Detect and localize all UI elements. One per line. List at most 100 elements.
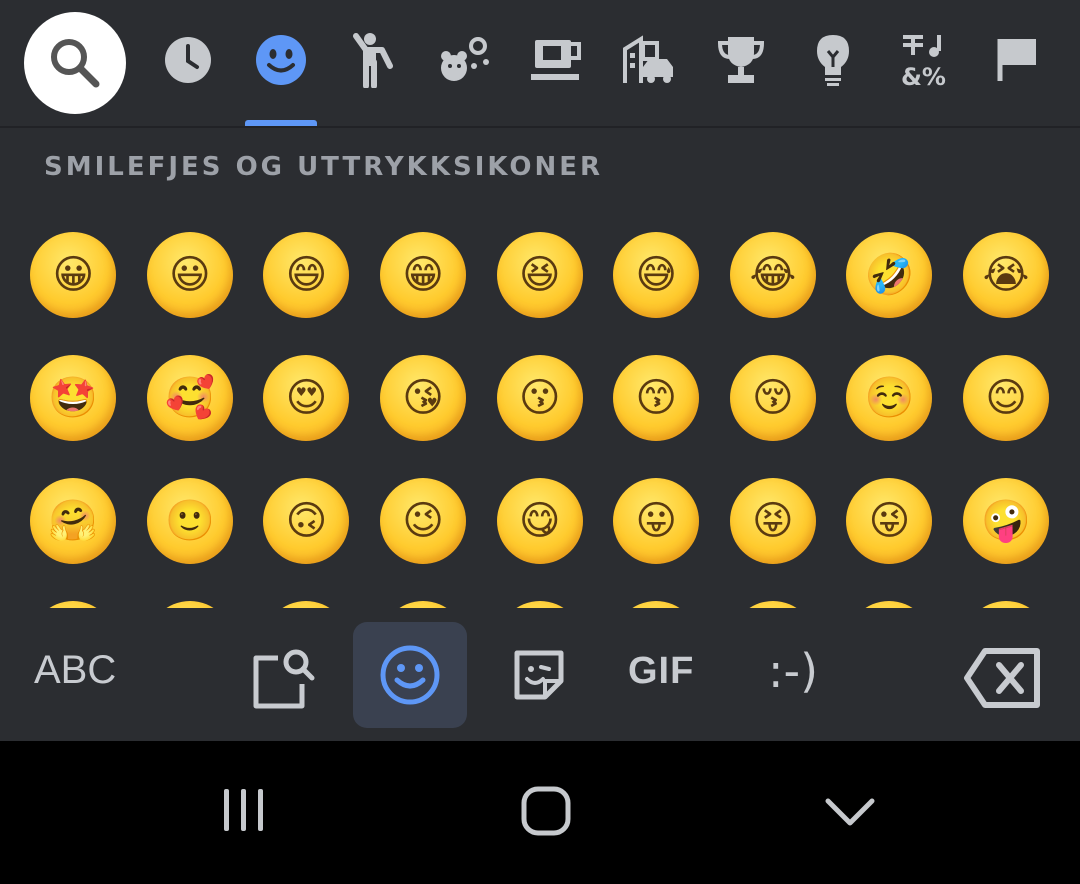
emoji-glyph: 😭 [963, 601, 1049, 609]
emoji-key-heart-eyes[interactable]: 😍 [248, 336, 365, 459]
emoji-glyph: 😉 [402, 497, 444, 544]
emoji-key-squinting-face-with-tongue[interactable]: 😝 [715, 459, 832, 582]
emoji-key-upside-down-face[interactable]: 🙃 [248, 459, 365, 582]
category-objects[interactable] [803, 30, 863, 90]
grinning-face-icon: 😀 [30, 600, 117, 609]
emoji-key-smiling-face-with-hearts[interactable]: 🥰 [132, 336, 249, 459]
emoji-category-bar: &% [0, 0, 1080, 128]
emoji-key-beaming-face[interactable]: 😁 [365, 582, 482, 608]
gif-button[interactable]: GIF [628, 650, 694, 693]
category-flags[interactable] [988, 30, 1048, 90]
emoji-glyph: 😋 [518, 497, 561, 544]
category-symbols[interactable]: &% [895, 30, 955, 90]
squinting-face-with-tongue-icon: 😝 [729, 477, 816, 564]
category-animals[interactable] [434, 30, 494, 90]
emoji-key-loudly-crying-face[interactable]: 😭 [948, 582, 1065, 608]
emoji-glyph: 😅 [613, 601, 699, 609]
emoji-key-grinning-squinting-face[interactable]: 😆 [481, 213, 598, 336]
face-tears-of-joy-icon: 😂 [729, 231, 816, 318]
emoji-key-winking-face[interactable]: 😉 [365, 459, 482, 582]
category-smileys[interactable] [251, 30, 311, 90]
emoji-key-loudly-crying-face[interactable]: 😭 [948, 213, 1065, 336]
home-button[interactable] [520, 785, 572, 841]
emoji-glyph: 😘 [402, 374, 444, 421]
emoji-key-zany-face[interactable]: 🤪 [948, 459, 1065, 582]
smiling-face-smiling-eyes-icon: 😊 [963, 354, 1050, 441]
emoji-glyph: 🤣 [864, 252, 915, 298]
emoji-key-kissing-face-smiling-eyes[interactable]: 😙 [598, 336, 715, 459]
emoji-glyph: 😁 [402, 251, 444, 298]
grinning-face-icon: 😀 [30, 231, 117, 318]
hide-keyboard-button[interactable] [824, 795, 876, 833]
emoji-key-smiling-face[interactable]: ☺️ [831, 336, 948, 459]
emoji-key-smiling-face-smiling-eyes[interactable]: 😊 [948, 336, 1065, 459]
search-button[interactable] [24, 12, 126, 114]
emoji-glyph: 😅 [635, 251, 678, 298]
emoji-panel: SMILEFJES OG UTTRYKKSIKONER 😀 😃 😄 😁 😆 😅 😂 🤣 😭 🤩 🥰 😍… [0, 128, 1080, 608]
emoji-key-grinning-face-sweat[interactable]: 😅 [598, 582, 715, 608]
emoji-glyph: 😗 [518, 374, 561, 421]
lightbulb-icon [817, 35, 849, 86]
upside-down-face-icon: 🙃 [263, 477, 350, 564]
emoji-key-beaming-face[interactable]: 😁 [365, 213, 482, 336]
emoji-key-face-tears-of-joy[interactable]: 😂 [715, 582, 832, 608]
face-with-tongue-icon: 😛 [613, 477, 700, 564]
category-travel[interactable] [619, 30, 679, 90]
category-people[interactable] [343, 30, 403, 90]
emoji-key-kissing-face[interactable]: 😗 [481, 336, 598, 459]
face-savoring-food-icon: 😋 [496, 477, 583, 564]
beaming-face-icon: 😁 [380, 600, 467, 609]
emoticon-button[interactable]: :-) [768, 644, 818, 698]
category-food[interactable] [528, 30, 588, 90]
grinning-face-big-eyes-icon: 😃 [146, 600, 233, 608]
kissing-face-smiling-eyes-icon: 😙 [613, 354, 700, 441]
emoji-key-star-struck[interactable]: 🤩 [15, 336, 132, 459]
abc-button[interactable]: ABC [34, 648, 116, 693]
emoji-key-winking-face-with-tongue[interactable]: 😜 [831, 459, 948, 582]
emoji-key-grinning-face-big-eyes[interactable]: 😃 [132, 213, 249, 336]
emoji-key-grinning-face[interactable]: 😀 [15, 582, 132, 608]
emoji-key-grinning-face-smiling-eyes[interactable]: 😄 [248, 213, 365, 336]
emoji-key-slightly-smiling-face[interactable]: 🙂 [132, 459, 249, 582]
emoji-glyph: 😊 [985, 374, 1027, 421]
emoji-key-hugging-face[interactable]: 🤗 [15, 459, 132, 582]
emoji-key-rolling-on-floor-laughing[interactable]: 🤣 [831, 582, 948, 608]
emoji-glyph: 😄 [263, 601, 349, 609]
emoji-glyph: 😆 [518, 251, 561, 298]
emoji-glyph: 😂 [749, 251, 797, 298]
clipboard-search-icon [253, 649, 315, 709]
category-recent[interactable] [158, 30, 218, 90]
sticker-button[interactable] [510, 646, 568, 704]
category-activities[interactable] [711, 30, 771, 90]
emoji-key-grinning-face-sweat[interactable]: 😅 [598, 213, 715, 336]
smiling-face-icon: ☺️ [846, 354, 933, 441]
emoji-key-grinning-face[interactable]: 😀 [15, 213, 132, 336]
home-icon [521, 786, 571, 836]
emoji-key-rolling-on-floor-laughing[interactable]: 🤣 [831, 213, 948, 336]
rolling-on-floor-laughing-icon: 🤣 [846, 231, 933, 318]
emoji-glyph: 😀 [30, 601, 116, 609]
emoji-glyph: 😄 [285, 251, 328, 298]
emoji-key-face-tears-of-joy[interactable]: 😂 [715, 213, 832, 336]
smiling-face-with-hearts-icon: 🥰 [146, 354, 233, 441]
emoji-key-grinning-face-big-eyes[interactable]: 😃 [132, 582, 249, 608]
smiley-icon [380, 645, 440, 705]
emoji-glyph: ☺️ [864, 375, 915, 421]
clipboard-search-button[interactable] [248, 642, 318, 712]
emoji-glyph: 🥰 [164, 375, 215, 421]
recents-button[interactable] [220, 787, 268, 837]
emoji-key-face-blowing-kiss[interactable]: 😘 [365, 336, 482, 459]
emoji-key-grinning-squinting-face[interactable]: 😆 [481, 582, 598, 608]
emoji-key-face-savoring-food[interactable]: 😋 [481, 459, 598, 582]
emoji-key-face-with-tongue[interactable]: 😛 [598, 459, 715, 582]
rolling-on-floor-laughing-icon: 🤣 [846, 600, 933, 608]
backspace-button[interactable] [962, 646, 1044, 710]
emoji-tab-button[interactable] [353, 622, 467, 728]
slightly-smiling-face-icon: 🙂 [146, 477, 233, 564]
emoji-glyph: 😂 [730, 601, 816, 609]
emoji-key-grinning-face-smiling-eyes[interactable]: 😄 [248, 582, 365, 608]
clock-icon [165, 37, 211, 83]
emoji-key-kissing-face-closed-eyes[interactable]: 😚 [715, 336, 832, 459]
flag-icon [997, 39, 1036, 81]
emoji-glyph: 😁 [380, 601, 466, 609]
